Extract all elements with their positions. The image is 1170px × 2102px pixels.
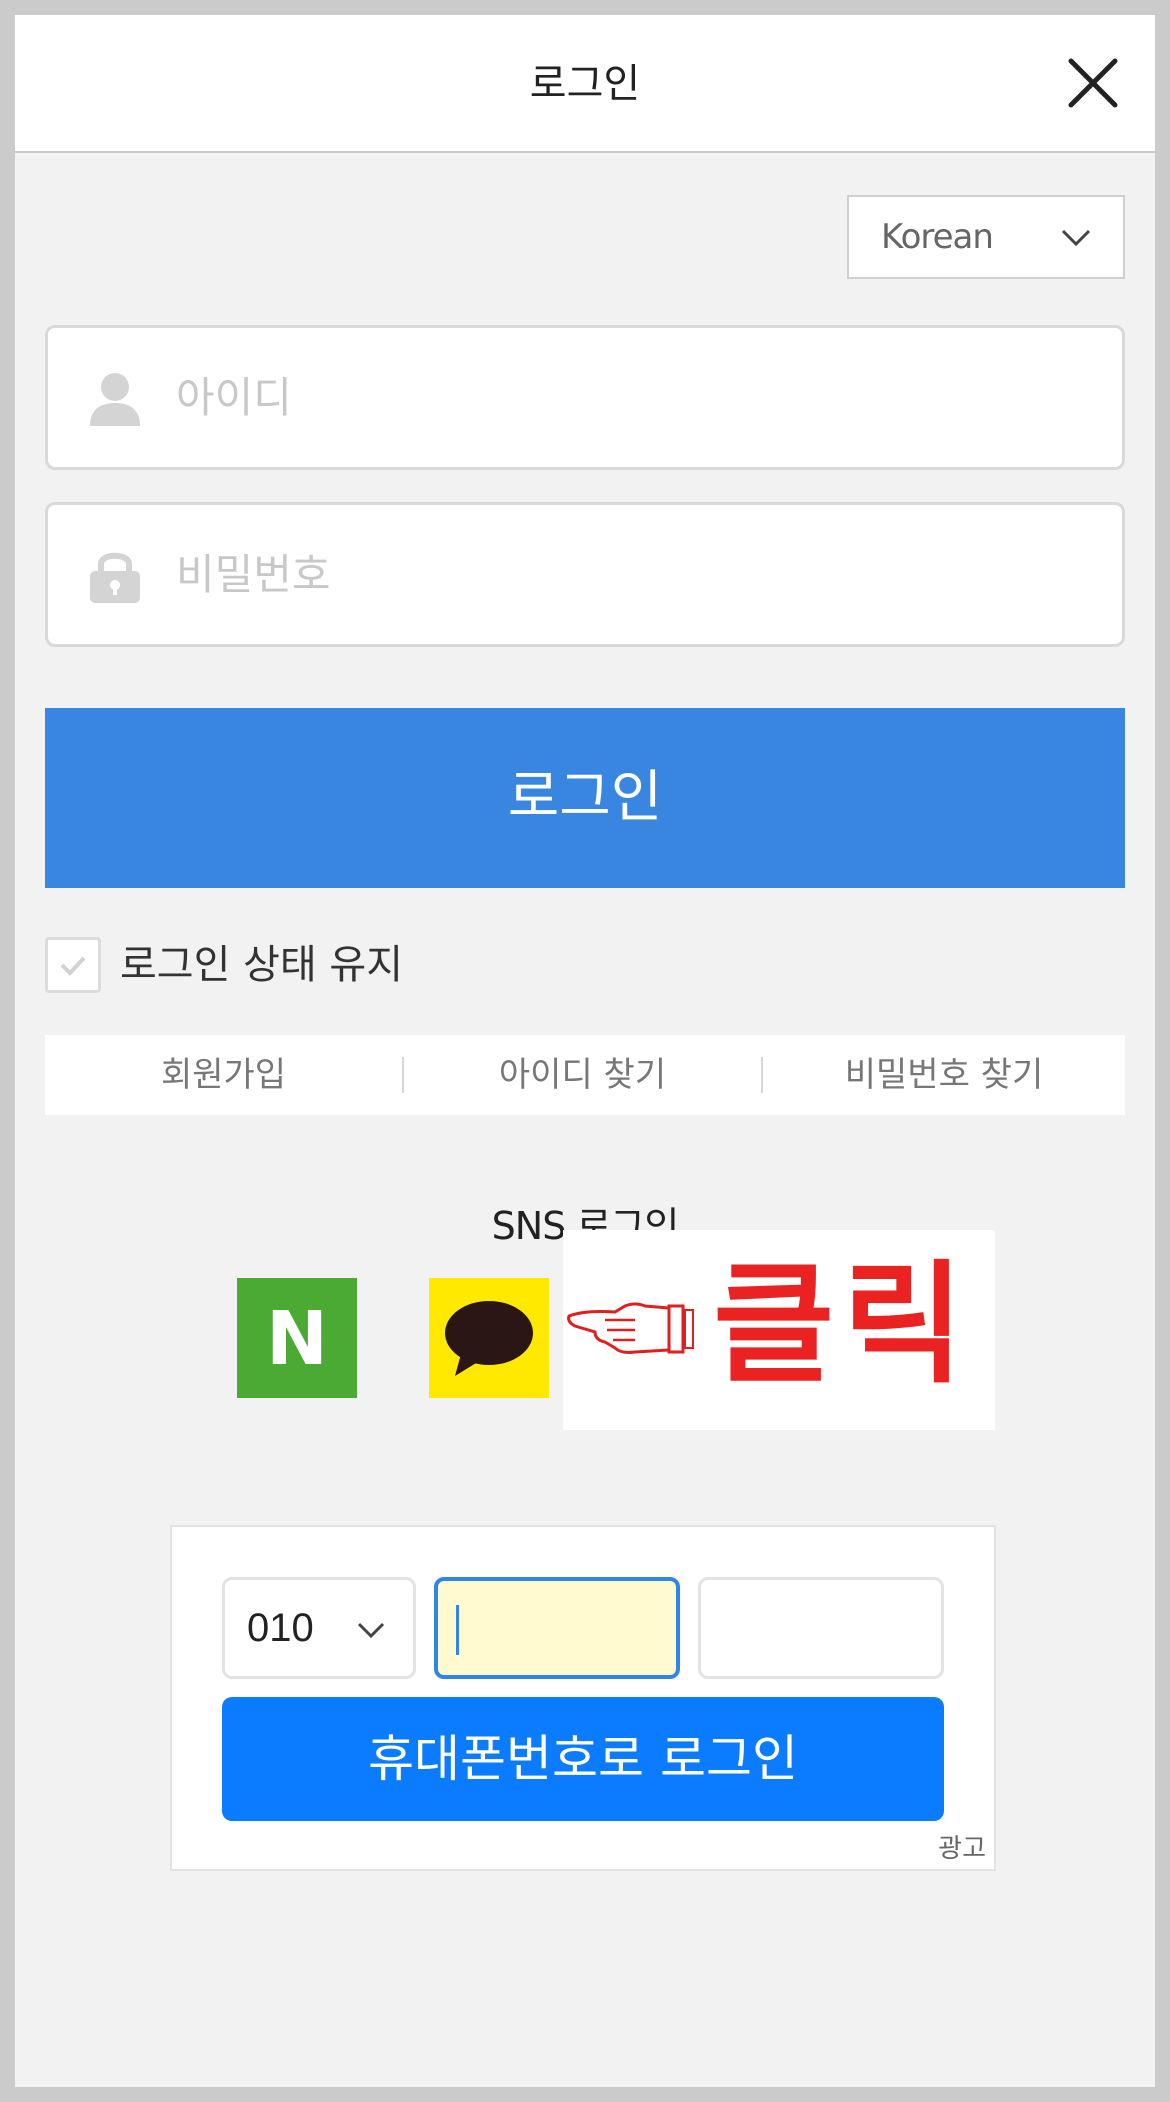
chevron-down-icon — [357, 1622, 385, 1639]
signup-link[interactable]: 회원가입 — [45, 1035, 402, 1115]
page-title: 로그인 — [529, 61, 641, 107]
check-icon — [60, 956, 86, 976]
id-input[interactable]: 아이디 — [45, 325, 1125, 470]
svg-text:N: N — [266, 1296, 328, 1382]
lock-icon — [90, 552, 140, 603]
click-label: 클릭 — [713, 1248, 972, 1402]
keep-login-label: 로그인 상태 유지 — [120, 942, 404, 988]
chevron-down-icon — [1061, 229, 1091, 247]
phone-middle-input[interactable] — [434, 1577, 680, 1679]
click-ad-banner[interactable]: 클릭 — [563, 1230, 995, 1430]
close-icon — [1068, 58, 1118, 108]
password-input[interactable]: 비밀번호 — [45, 502, 1125, 647]
text-caret — [456, 1605, 459, 1655]
password-placeholder: 비밀번호 — [176, 550, 331, 599]
phone-last-input[interactable] — [698, 1577, 944, 1679]
checkbox[interactable] — [45, 937, 101, 993]
login-button[interactable]: 로그인 — [45, 708, 1125, 888]
phone-prefix-select[interactable]: 010 — [222, 1577, 416, 1679]
ad-label: 광고 — [938, 1834, 986, 1864]
id-placeholder: 아이디 — [176, 373, 292, 422]
language-selected: Korean — [881, 217, 994, 257]
user-icon — [90, 373, 140, 426]
header: 로그인 — [15, 15, 1155, 153]
naver-login-button[interactable]: N — [237, 1278, 357, 1398]
kakao-talk-icon — [445, 1301, 533, 1376]
find-password-link[interactable]: 비밀번호 찾기 — [763, 1035, 1125, 1115]
naver-icon: N — [266, 1296, 328, 1382]
phone-login-button[interactable]: 휴대폰번호로 로그인 — [222, 1697, 944, 1821]
phone-prefix-value: 010 — [247, 1606, 314, 1650]
login-page: 로그인 Korean 아이디 비밀번호 로그인 로그인 상태 유지 회원가입 아… — [15, 15, 1155, 2087]
close-button[interactable] — [1065, 55, 1121, 111]
pointing-hand-icon — [567, 1302, 694, 1354]
kakao-login-button[interactable] — [429, 1278, 549, 1398]
phone-login-ad: 010 휴대폰번호로 로그인 광고 — [170, 1525, 996, 1871]
account-links: 회원가입 아이디 찾기 비밀번호 찾기 — [45, 1035, 1125, 1115]
find-id-link[interactable]: 아이디 찾기 — [404, 1035, 761, 1115]
language-select[interactable]: Korean — [847, 195, 1125, 279]
